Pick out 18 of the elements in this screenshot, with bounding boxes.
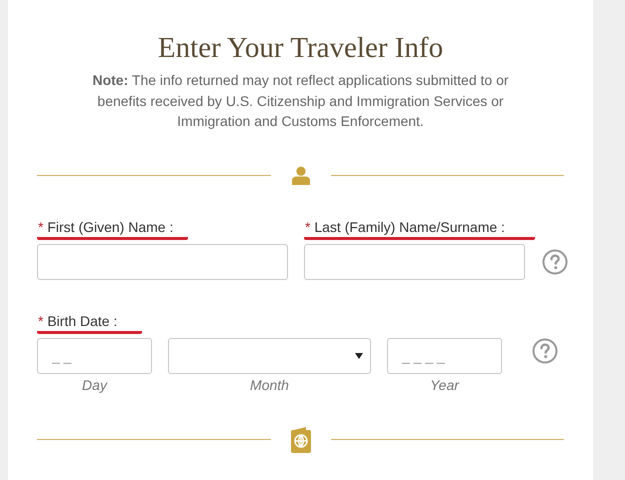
note-text: Note: The info returned may not reflect applications submitted to or benefits received by U.S. Citizenship and Immigration Services or Immigration and Customs Enforcement.: [91, 71, 510, 131]
page-title: Enter Your Traveler Info: [156, 31, 444, 66]
field-label: * First (Given) Name :: [37, 218, 188, 240]
field-caption: Month: [250, 376, 289, 392]
person-icon: [290, 166, 310, 186]
text-input[interactable]: _ _: [37, 338, 152, 374]
field-caption: Day: [82, 376, 107, 392]
text-input[interactable]: _ _ _ _: [387, 338, 502, 374]
month-dropdown[interactable]: [168, 338, 371, 374]
text-input[interactable]: [304, 244, 525, 280]
field-caption: Year: [430, 376, 459, 392]
field-label: * Last (Family) Name/Surname :: [304, 218, 535, 240]
passport-icon: [290, 426, 310, 452]
text-input[interactable]: [37, 244, 288, 280]
help-icon[interactable]: [542, 248, 568, 274]
help-icon[interactable]: [532, 338, 558, 364]
field-label: * Birth Date :: [37, 312, 142, 334]
caret-icon: [355, 352, 363, 358]
